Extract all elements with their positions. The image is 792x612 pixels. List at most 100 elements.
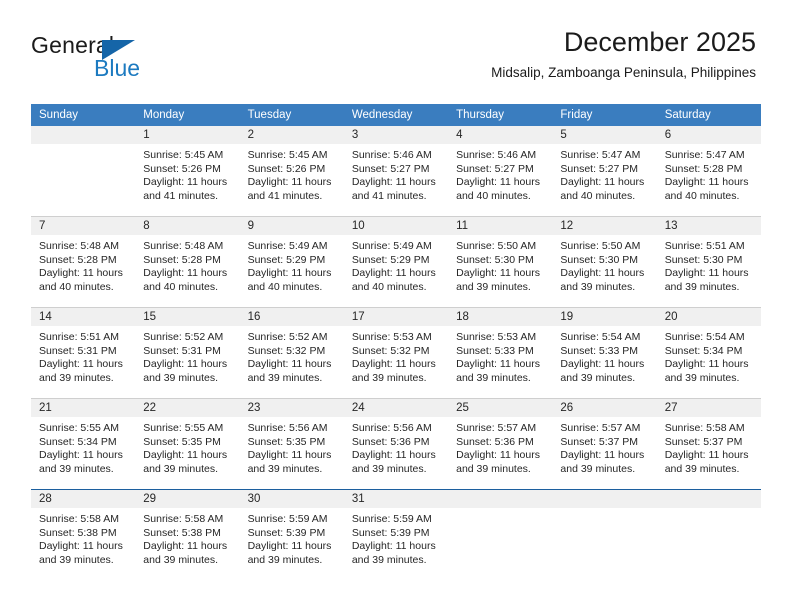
day-cell[interactable]: 18 Sunrise: 5:53 AM Sunset: 5:33 PM Dayl…: [448, 308, 553, 398]
sunrise-text: Sunrise: 5:57 AM: [560, 422, 641, 434]
sunset-text: Sunset: 5:36 PM: [456, 435, 534, 448]
day-details: Sunrise: 5:56 AM Sunset: 5:35 PM Dayligh…: [240, 417, 344, 476]
daylight-text-line1: Daylight: 11 hours: [351, 358, 436, 371]
sunset-text: Sunset: 5:34 PM: [664, 344, 743, 357]
page-header: General Blue December 2025 Midsalip, Zam…: [0, 0, 792, 100]
daylight-text-line2: and 39 minutes.: [143, 553, 218, 566]
day-cell[interactable]: 26 Sunrise: 5:57 AM Sunset: 5:37 PM Dayl…: [552, 399, 657, 489]
day-cell[interactable]: 8 Sunrise: 5:48 AM Sunset: 5:28 PM Dayli…: [135, 217, 240, 307]
day-details: Sunrise: 5:55 AM Sunset: 5:34 PM Dayligh…: [31, 417, 135, 476]
weekday-header-wednesday: Wednesday: [351, 109, 413, 121]
daylight-text-line2: and 39 minutes.: [664, 280, 740, 293]
daylight-text-line2: and 39 minutes.: [560, 462, 636, 475]
day-cell[interactable]: 28 Sunrise: 5:58 AM Sunset: 5:38 PM Dayl…: [31, 490, 136, 580]
sunrise-text: Sunrise: 5:59 AM: [351, 513, 432, 525]
sunrise-text: Sunrise: 5:58 AM: [39, 513, 119, 525]
weekday-header-thursday: Thursday: [456, 109, 505, 121]
day-cell[interactable]: 1 Sunrise: 5:45 AM Sunset: 5:26 PM Dayli…: [135, 126, 240, 216]
daylight-text-line2: and 39 minutes.: [456, 462, 531, 475]
daylight-text-line1: Daylight: 11 hours: [456, 358, 540, 371]
day-details: Sunrise: 5:50 AM Sunset: 5:30 PM Dayligh…: [448, 235, 552, 294]
day-cell[interactable]: 4 Sunrise: 5:46 AM Sunset: 5:27 PM Dayli…: [448, 126, 553, 216]
daylight-text-line1: Daylight: 11 hours: [351, 540, 436, 553]
day-cell[interactable]: 14 Sunrise: 5:51 AM Sunset: 5:31 PM Dayl…: [31, 308, 136, 398]
day-cell[interactable]: 5 Sunrise: 5:47 AM Sunset: 5:27 PM Dayli…: [552, 126, 657, 216]
daylight-text-line2: and 40 minutes.: [39, 280, 114, 293]
sunrise-text: Sunrise: 5:56 AM: [351, 422, 432, 434]
daylight-text-line1: Daylight: 11 hours: [664, 176, 749, 189]
daylight-text-line1: Daylight: 11 hours: [456, 449, 540, 462]
day-cell[interactable]: 12 Sunrise: 5:50 AM Sunset: 5:30 PM Dayl…: [552, 217, 657, 307]
day-details: Sunrise: 5:52 AM Sunset: 5:31 PM Dayligh…: [135, 326, 239, 385]
day-cell[interactable]: 2 Sunrise: 5:45 AM Sunset: 5:26 PM Dayli…: [239, 126, 344, 216]
sunset-text: Sunset: 5:39 PM: [247, 526, 326, 539]
day-cell[interactable]: [448, 490, 553, 580]
day-cell[interactable]: 7 Sunrise: 5:48 AM Sunset: 5:28 PM Dayli…: [31, 217, 136, 307]
sunset-text: Sunset: 5:34 PM: [39, 435, 117, 448]
day-cell[interactable]: 13 Sunrise: 5:51 AM Sunset: 5:30 PM Dayl…: [656, 217, 761, 307]
daylight-text-line1: Daylight: 11 hours: [664, 449, 749, 462]
daylight-text-line2: and 40 minutes.: [351, 280, 427, 293]
sunset-text: Sunset: 5:38 PM: [39, 526, 117, 539]
daylight-text-line2: and 39 minutes.: [664, 371, 740, 384]
day-cell[interactable]: 10 Sunrise: 5:49 AM Sunset: 5:29 PM Dayl…: [343, 217, 449, 307]
day-details: Sunrise: 5:58 AM Sunset: 5:38 PM Dayligh…: [31, 508, 135, 567]
sunset-text: Sunset: 5:37 PM: [664, 435, 743, 448]
sunset-text: Sunset: 5:39 PM: [351, 526, 430, 539]
day-cell[interactable]: 30 Sunrise: 5:59 AM Sunset: 5:39 PM Dayl…: [239, 490, 344, 580]
day-number: 3: [343, 126, 449, 144]
day-details: Sunrise: 5:56 AM Sunset: 5:36 PM Dayligh…: [344, 417, 448, 476]
sunset-text: Sunset: 5:27 PM: [456, 162, 534, 175]
day-number: 17: [343, 308, 449, 326]
weekday-header-monday: Monday: [143, 109, 185, 121]
day-cell[interactable]: 9 Sunrise: 5:49 AM Sunset: 5:29 PM Dayli…: [239, 217, 344, 307]
day-cell[interactable]: 27 Sunrise: 5:58 AM Sunset: 5:37 PM Dayl…: [656, 399, 761, 489]
sunrise-text: Sunrise: 5:47 AM: [664, 149, 745, 161]
sunset-text: Sunset: 5:35 PM: [247, 435, 326, 448]
day-cell[interactable]: 21 Sunrise: 5:55 AM Sunset: 5:34 PM Dayl…: [31, 399, 136, 489]
sunrise-text: Sunrise: 5:54 AM: [560, 331, 641, 343]
day-number: 20: [656, 308, 761, 326]
day-cell[interactable]: 31 Sunrise: 5:59 AM Sunset: 5:39 PM Dayl…: [343, 490, 449, 580]
day-number: 30: [239, 490, 344, 508]
day-number: [552, 490, 657, 508]
day-cell[interactable]: 24 Sunrise: 5:56 AM Sunset: 5:36 PM Dayl…: [343, 399, 449, 489]
day-cell[interactable]: [31, 126, 136, 216]
day-cell[interactable]: 19 Sunrise: 5:54 AM Sunset: 5:33 PM Dayl…: [552, 308, 657, 398]
day-number: 11: [448, 217, 553, 235]
calendar-page: General Blue December 2025 Midsalip, Zam…: [0, 0, 792, 612]
daylight-text-line2: and 39 minutes.: [456, 371, 531, 384]
day-number: 7: [31, 217, 136, 235]
day-cell[interactable]: 29 Sunrise: 5:58 AM Sunset: 5:38 PM Dayl…: [135, 490, 240, 580]
day-cell[interactable]: 22 Sunrise: 5:55 AM Sunset: 5:35 PM Dayl…: [135, 399, 240, 489]
day-cell[interactable]: 3 Sunrise: 5:46 AM Sunset: 5:27 PM Dayli…: [343, 126, 449, 216]
day-details: Sunrise: 5:50 AM Sunset: 5:30 PM Dayligh…: [552, 235, 656, 294]
day-number: 18: [448, 308, 553, 326]
daylight-text-line1: Daylight: 11 hours: [560, 176, 645, 189]
day-cell[interactable]: [552, 490, 657, 580]
day-cell[interactable]: 11 Sunrise: 5:50 AM Sunset: 5:30 PM Dayl…: [448, 217, 553, 307]
day-cell[interactable]: 15 Sunrise: 5:52 AM Sunset: 5:31 PM Dayl…: [135, 308, 240, 398]
general-blue-logo[interactable]: General Blue: [31, 34, 201, 82]
day-cell[interactable]: 20 Sunrise: 5:54 AM Sunset: 5:34 PM Dayl…: [656, 308, 761, 398]
daylight-text-line1: Daylight: 11 hours: [456, 176, 540, 189]
day-details: Sunrise: 5:45 AM Sunset: 5:26 PM Dayligh…: [240, 144, 344, 203]
daylight-text-line1: Daylight: 11 hours: [143, 176, 228, 189]
day-cell[interactable]: 23 Sunrise: 5:56 AM Sunset: 5:35 PM Dayl…: [239, 399, 344, 489]
daylight-text-line1: Daylight: 11 hours: [39, 358, 123, 371]
day-cell[interactable]: 16 Sunrise: 5:52 AM Sunset: 5:32 PM Dayl…: [239, 308, 344, 398]
daylight-text-line2: and 40 minutes.: [247, 280, 323, 293]
day-cell[interactable]: 17 Sunrise: 5:53 AM Sunset: 5:32 PM Dayl…: [343, 308, 449, 398]
day-number: 21: [31, 399, 136, 417]
day-number: 31: [343, 490, 449, 508]
day-cell[interactable]: 25 Sunrise: 5:57 AM Sunset: 5:36 PM Dayl…: [448, 399, 553, 489]
day-number: 6: [656, 126, 761, 144]
daylight-text-line2: and 39 minutes.: [351, 371, 427, 384]
sunset-text: Sunset: 5:38 PM: [143, 526, 221, 539]
day-details: Sunrise: 5:59 AM Sunset: 5:39 PM Dayligh…: [240, 508, 344, 567]
daylight-text-line1: Daylight: 11 hours: [39, 449, 123, 462]
day-cell[interactable]: 6 Sunrise: 5:47 AM Sunset: 5:28 PM Dayli…: [656, 126, 761, 216]
sunrise-text: Sunrise: 5:52 AM: [143, 331, 224, 343]
day-cell[interactable]: [656, 490, 761, 580]
day-details: Sunrise: 5:52 AM Sunset: 5:32 PM Dayligh…: [240, 326, 344, 385]
